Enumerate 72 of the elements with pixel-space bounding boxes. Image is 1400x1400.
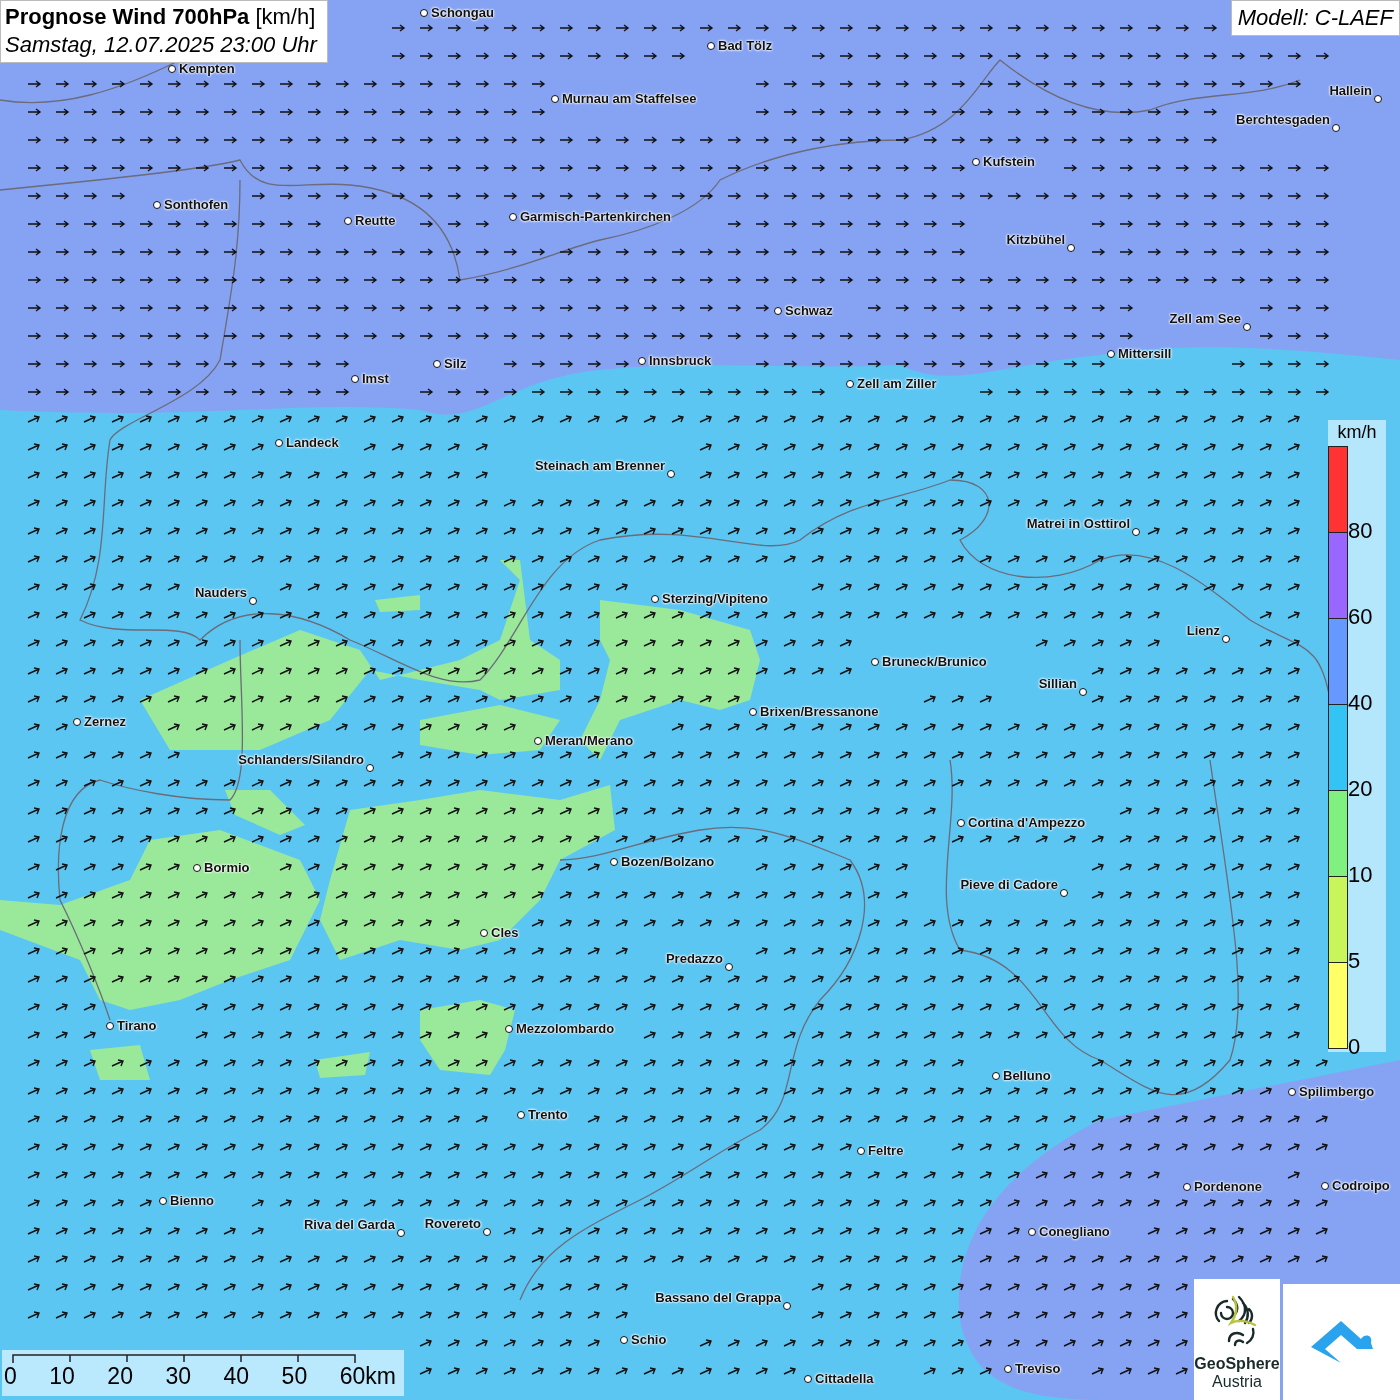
city-label: Schongau	[431, 5, 494, 20]
city-label: Landeck	[286, 435, 339, 450]
city-label: Imst	[362, 371, 389, 386]
city-label: Lienz	[1186, 623, 1220, 638]
city-label: Pieve di Cadore	[960, 877, 1058, 892]
legend-value: 60	[1348, 606, 1373, 628]
scale-label: 10	[49, 1364, 75, 1388]
scale-label: 0	[4, 1364, 17, 1388]
city-label: Brixen/Bressanone	[760, 704, 879, 719]
legend-value: 80	[1348, 520, 1373, 542]
scale-label: 40	[223, 1364, 250, 1388]
city-label: Trento	[528, 1107, 568, 1122]
legend-value: 40	[1348, 692, 1373, 714]
city-label: Nauders	[194, 585, 247, 600]
city-label: Conegliano	[1039, 1224, 1110, 1239]
logo-country: Austria	[1212, 1373, 1262, 1391]
city-label: Murnau am Staffelsee	[562, 91, 697, 106]
legend-unit: km/h	[1336, 421, 1378, 444]
city-label: Zell am See	[1169, 311, 1241, 326]
scale-label: 20	[107, 1364, 133, 1388]
city-label: Berchtesgaden	[1236, 112, 1330, 127]
city-label: Belluno	[1003, 1068, 1051, 1083]
scale-label: 30	[165, 1364, 192, 1388]
city-label: Feltre	[868, 1143, 904, 1158]
city-label: Riva del Garda	[303, 1217, 395, 1232]
city-label: Zernez	[84, 714, 126, 729]
city-label: Kufstein	[983, 154, 1035, 169]
city-label: Kempten	[179, 61, 235, 76]
city-label: Schwaz	[785, 303, 833, 318]
legend-value: 5	[1348, 950, 1361, 972]
city-label: Innsbruck	[649, 353, 712, 368]
city-label: Sonthofen	[164, 197, 229, 212]
city-label: Schlanders/Silandro	[238, 752, 364, 767]
city-label: Schio	[631, 1332, 667, 1347]
city-label: Silz	[444, 356, 467, 371]
city-label: Mezzolombardo	[516, 1021, 615, 1036]
city-label: Kitzbühel	[1006, 232, 1065, 247]
city-label: Garmisch-Partenkirchen	[520, 209, 671, 224]
city-label: Bad Tölz	[718, 38, 773, 53]
city-label: Zell am Ziller	[857, 376, 937, 391]
city-label: Matrei in Osttirol	[1026, 516, 1130, 531]
city-label: Sillian	[1038, 676, 1077, 691]
city-label: Bormio	[204, 860, 250, 875]
city-label: Predazzo	[665, 951, 723, 966]
city-label: Spilimbergo	[1299, 1084, 1375, 1099]
legend-value: 0	[1348, 1036, 1361, 1058]
city-label: Cles	[491, 925, 519, 940]
map-title: Prognose Wind 700hPa [km/h]	[5, 4, 317, 30]
city-label: Bruneck/Brunico	[882, 654, 987, 669]
city-label: Rovereto	[424, 1216, 481, 1231]
city-label: Meran/Merano	[545, 733, 634, 748]
forecast-time: Samstag, 12.07.2025 23:00 Uhr	[5, 32, 317, 58]
scale-label: 60km	[339, 1364, 396, 1388]
city-label: Codroipo	[1332, 1178, 1390, 1193]
city-label: Cittadella	[815, 1371, 874, 1386]
city-label: Pordenone	[1194, 1179, 1262, 1194]
city-label: Mittersill	[1118, 346, 1172, 361]
city-label: Bienno	[170, 1193, 215, 1208]
city-label: Steinach am Brenner	[534, 458, 665, 473]
city-label: Hallein	[1329, 83, 1372, 98]
scale-label: 50	[281, 1364, 308, 1388]
city-label: Treviso	[1015, 1361, 1061, 1376]
city-label: Bassano del Grappa	[655, 1290, 781, 1305]
city-label: Bozen/Bolzano	[621, 854, 715, 869]
city-label: Reutte	[355, 213, 396, 228]
model-label: Modell: C-LAEF	[1230, 0, 1400, 36]
city-label: Cortina d'Ampezzo	[968, 815, 1086, 830]
city-label: Sterzing/Vipiteno	[662, 591, 768, 606]
logo-name: GeoSphere	[1194, 1355, 1280, 1373]
legend-value: 10	[1348, 864, 1373, 886]
legend-value: 20	[1348, 778, 1373, 800]
city-label: Tirano	[117, 1018, 157, 1033]
